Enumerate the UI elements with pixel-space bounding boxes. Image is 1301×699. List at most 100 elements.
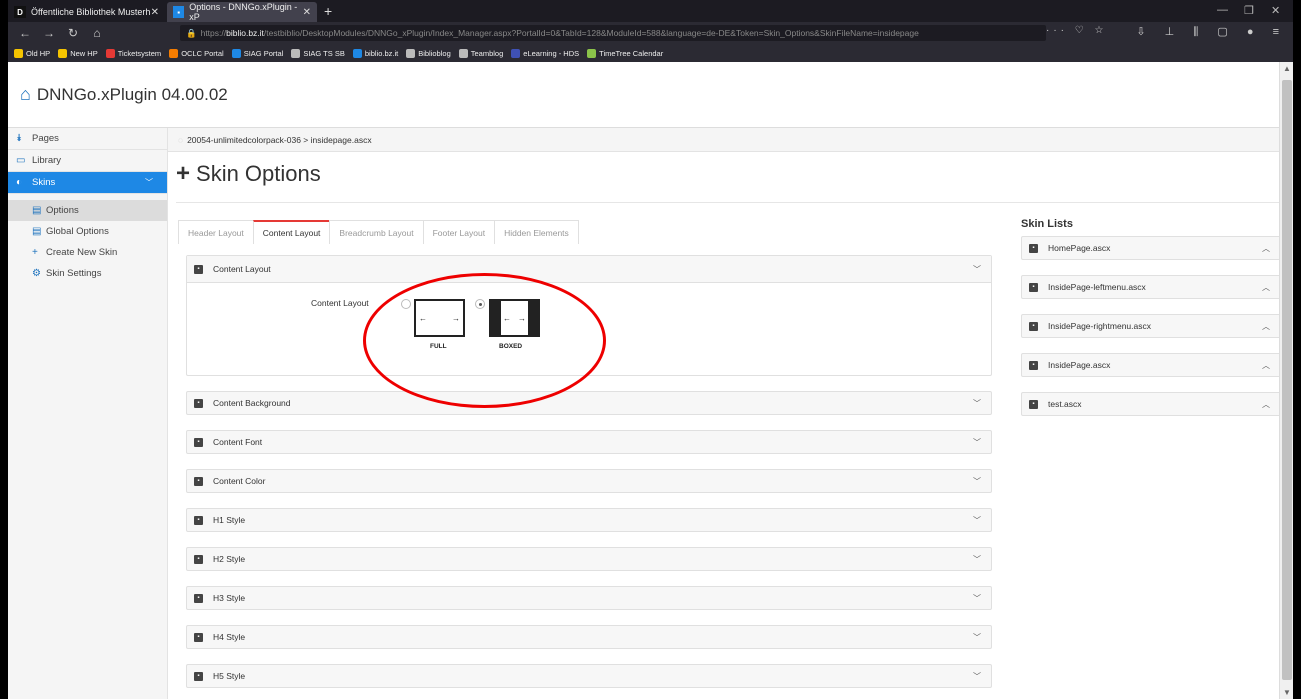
- chevron-down-icon: ﹀: [973, 264, 981, 274]
- maximize-icon[interactable]: ❐: [1244, 4, 1254, 17]
- page-title: + Skin Options: [176, 160, 321, 187]
- sidebar-subitem-skin-settings[interactable]: ⚙ Skin Settings: [8, 263, 167, 284]
- bookmark-favicon-icon: [14, 48, 23, 58]
- panel-content-font[interactable]: ▪ Content Font ﹀: [186, 430, 992, 454]
- chevron-up-icon[interactable]: ︿: [1262, 282, 1270, 293]
- scroll-down-icon[interactable]: ▼: [1283, 688, 1291, 697]
- sidebar-item-pages[interactable]: ⯯ Pages: [8, 128, 167, 150]
- panel-h2-style[interactable]: ▪ H2 Style ﹀: [186, 547, 992, 571]
- new-tab-icon[interactable]: +: [324, 3, 332, 19]
- chevron-down-icon: ﹀: [973, 554, 981, 564]
- skin-list-item[interactable]: ▪ test.ascx ︿: [1021, 392, 1281, 416]
- panel-h5-style[interactable]: ▪ H5 Style ﹀: [186, 664, 992, 688]
- sidebar-item-skins[interactable]: ◐ Skins ﹀: [8, 172, 167, 194]
- sidebar-item-library[interactable]: ▭ Library: [8, 150, 167, 172]
- chevron-down-icon: ﹀: [145, 178, 153, 187]
- sidebar-subitem-global-options[interactable]: ▤ Global Options: [8, 221, 167, 242]
- page-actions-icon[interactable]: ··· ♡ ☆: [1046, 25, 1107, 36]
- content-layout-label: Content Layout: [311, 298, 369, 308]
- gear-icon: ⚙: [32, 268, 41, 279]
- breadcrumb: ◌ 20054-unlimitedcolorpack-036 > insidep…: [168, 128, 1279, 152]
- skin-list-item[interactable]: ▪ InsidePage-rightmenu.ascx ︿: [1021, 314, 1281, 338]
- plus-icon: +: [176, 160, 191, 187]
- bookmark-item[interactable]: Teamblog: [458, 48, 503, 58]
- chevron-down-icon: ﹀: [973, 593, 981, 603]
- browser-tab-options[interactable]: ▪ Options - DNNGo.xPlugin - xP ✕: [167, 2, 317, 22]
- bookmarks-bar: Old HP New HP Ticketsystem OCLC Portal SIAG …: [8, 44, 1293, 62]
- bookmark-item[interactable]: Biblioblog: [406, 48, 451, 58]
- home-icon[interactable]: ⌂: [90, 26, 104, 40]
- close-tab-icon[interactable]: ✕: [303, 7, 311, 18]
- bookmark-item[interactable]: TimeTree Calendar: [587, 48, 663, 58]
- toolbar-icons[interactable]: ⇩ ⊥ ⫼ ▢ ● ≡: [1136, 25, 1287, 39]
- tab-title: Options - DNNGo.xPlugin - xP: [189, 2, 298, 22]
- sidebar-subitem-create-new-skin[interactable]: + Create New Skin: [8, 242, 167, 263]
- panel-icon: ▪: [194, 593, 203, 603]
- global-options-icon: ▤: [32, 226, 42, 237]
- scroll-up-icon[interactable]: ▲: [1283, 64, 1291, 73]
- bookmark-favicon-icon: [291, 48, 301, 58]
- bookmark-item[interactable]: New HP: [58, 48, 98, 58]
- back-icon[interactable]: ←: [18, 26, 32, 40]
- lock-icon: 🔒: [186, 28, 197, 38]
- panel-content-color[interactable]: ▪ Content Color ﹀: [186, 469, 992, 493]
- panel-h3-style[interactable]: ▪ H3 Style ﹀: [186, 586, 992, 610]
- bookmark-favicon-icon: [587, 48, 597, 58]
- tab-bar: D Öffentliche Bibliothek Musterh ✕ ▪ Opt…: [8, 0, 1293, 22]
- minimize-icon[interactable]: —: [1217, 4, 1228, 16]
- divider: [176, 202, 1279, 203]
- bookmark-favicon-icon: [169, 48, 179, 58]
- panel-h4-style[interactable]: ▪ H4 Style ﹀: [186, 625, 992, 649]
- bookmark-favicon-icon: [406, 48, 416, 58]
- close-tab-icon[interactable]: ✕: [151, 7, 159, 18]
- tab-title: Öffentliche Bibliothek Musterh: [31, 7, 151, 17]
- sidebar-subitem-options[interactable]: ▤ Options: [8, 200, 167, 221]
- tab-header-layout[interactable]: Header Layout: [178, 220, 254, 244]
- content-layout-panel-header[interactable]: ▪ Content Layout ﹀: [187, 256, 991, 283]
- chevron-down-icon: ﹀: [973, 515, 981, 525]
- chevron-up-icon[interactable]: ︿: [1262, 399, 1270, 410]
- panel-h1-style[interactable]: ▪ H1 Style ﹀: [186, 508, 992, 532]
- bookmark-item[interactable]: SIAG TS SB: [291, 48, 345, 58]
- panel-icon: ▪: [194, 398, 203, 408]
- skin-list-item[interactable]: ▪ InsidePage-leftmenu.ascx ︿: [1021, 275, 1281, 299]
- panel-content-background[interactable]: ▪ Content Background ﹀: [186, 391, 992, 415]
- dnn-favicon-icon: D: [14, 6, 26, 18]
- bookmark-item[interactable]: Old HP: [14, 48, 50, 58]
- chevron-up-icon[interactable]: ︿: [1262, 243, 1270, 254]
- home-icon[interactable]: ⌂: [20, 84, 31, 105]
- tab-footer-layout[interactable]: Footer Layout: [422, 220, 496, 244]
- bookmark-item[interactable]: biblio.bz.it: [352, 48, 398, 58]
- scrollbar-thumb[interactable]: [1282, 80, 1292, 680]
- browser-tab-library[interactable]: D Öffentliche Bibliothek Musterh ✕: [8, 2, 165, 22]
- skin-list-item[interactable]: ▪ HomePage.ascx ︿: [1021, 236, 1281, 260]
- address-bar[interactable]: 🔒 https://biblio.bz.it/testbiblio/Desktop…: [180, 25, 1046, 41]
- window-close-icon[interactable]: ✕: [1271, 4, 1280, 17]
- bookmark-item[interactable]: Ticketsystem: [105, 48, 161, 58]
- chevron-up-icon[interactable]: ︿: [1262, 360, 1270, 371]
- panel-icon: ▪: [194, 437, 203, 447]
- panel-icon: ▪: [194, 632, 203, 642]
- bookmark-item[interactable]: OCLC Portal: [169, 48, 224, 58]
- panel-icon: ▪: [194, 554, 203, 564]
- reload-icon[interactable]: ↻: [66, 26, 80, 40]
- scrollbar[interactable]: ▲ ▼: [1279, 62, 1293, 699]
- pages-icon: ⯯: [16, 133, 22, 144]
- xplugin-favicon-icon: ▪: [173, 6, 185, 18]
- forward-icon[interactable]: →: [42, 26, 56, 40]
- tab-hidden-elements[interactable]: Hidden Elements: [494, 220, 579, 244]
- chevron-up-icon[interactable]: ︿: [1262, 321, 1270, 332]
- tab-breadcrumb-layout[interactable]: Breadcrumb Layout: [329, 220, 424, 244]
- panel-icon: ▪: [194, 476, 203, 486]
- skin-list-item[interactable]: ▪ InsidePage.ascx ︿: [1021, 353, 1281, 377]
- bookmark-item[interactable]: eLearning - HDS: [511, 48, 579, 58]
- browser-window: D Öffentliche Bibliothek Musterh ✕ ▪ Opt…: [0, 0, 1301, 699]
- page-content: ⌂ DNNGo.xPlugin 04.00.02 ⯯ Pages ▭ Libra…: [8, 62, 1293, 699]
- tab-content-layout[interactable]: Content Layout: [252, 220, 331, 244]
- sidebar: ⯯ Pages ▭ Library ◐ Skins ﹀ ▤ Options ▤ …: [8, 128, 168, 699]
- bookmark-favicon-icon: [58, 48, 68, 58]
- bookmark-favicon-icon: [105, 48, 115, 58]
- bookmark-favicon-icon: [352, 48, 362, 58]
- chevron-down-icon: ﹀: [973, 398, 981, 408]
- bookmark-item[interactable]: SIAG Portal: [231, 48, 283, 58]
